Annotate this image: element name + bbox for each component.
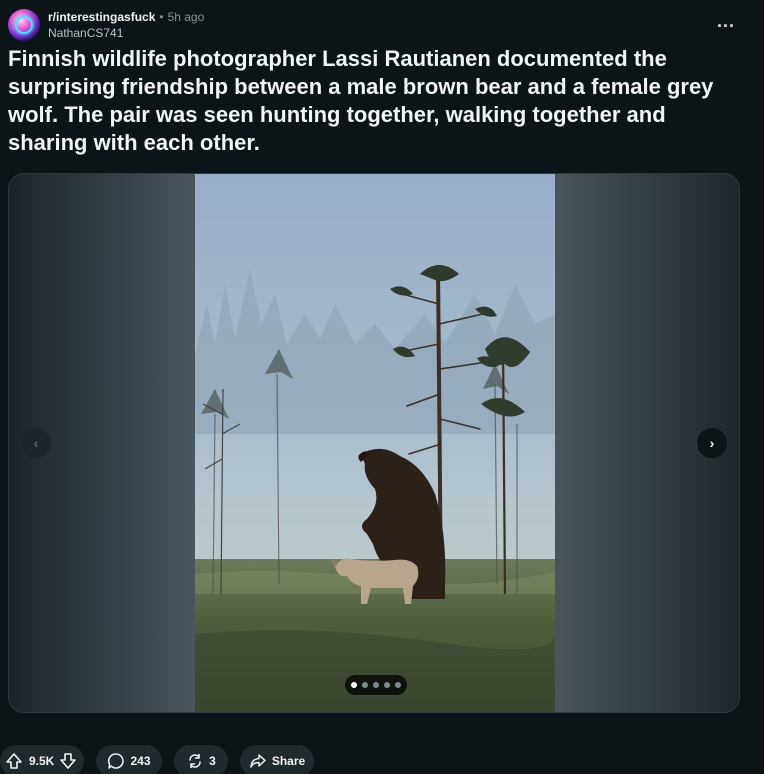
downvote-icon[interactable] (58, 751, 78, 771)
crosspost-button[interactable]: 3 (174, 745, 228, 774)
gallery-page-dot[interactable] (373, 682, 379, 688)
post-title[interactable]: Finnish wildlife photographer Lassi Raut… (8, 45, 748, 157)
vote-control: 9.5K (0, 745, 84, 774)
more-options-button[interactable]: ... (714, 12, 738, 34)
post-action-bar: 9.5K 243 3 Share (0, 745, 764, 774)
crosspost-count: 3 (209, 754, 216, 768)
vote-count: 9.5K (29, 754, 55, 768)
author-link[interactable]: NathanCS741 (48, 25, 204, 41)
gallery-page-dot[interactable] (351, 682, 357, 688)
share-label: Share (271, 754, 306, 768)
gallery-page-dot[interactable] (384, 682, 390, 688)
gallery-page-dot[interactable] (362, 682, 368, 688)
gallery-prev-button[interactable]: ‹ (21, 428, 51, 458)
image-gallery[interactable]: ‹ › (8, 173, 740, 713)
post-time: 5h ago (167, 10, 205, 24)
crosspost-icon (186, 752, 204, 770)
share-icon (249, 752, 267, 770)
comments-button[interactable]: 243 (96, 745, 162, 774)
subreddit-link[interactable]: r/interestingasfuck (48, 10, 155, 24)
upvote-icon[interactable] (4, 751, 24, 771)
gallery-page-dot[interactable] (395, 682, 401, 688)
post-header: r/interestingasfuck • 5h ago NathanCS741… (8, 8, 756, 42)
gallery-image[interactable] (195, 174, 555, 712)
gallery-next-button[interactable]: › (697, 428, 727, 458)
share-button[interactable]: Share (240, 745, 314, 774)
subreddit-avatar[interactable] (8, 9, 40, 41)
gallery-pagination (345, 675, 407, 695)
meta-separator: • (159, 10, 164, 24)
comment-icon (107, 752, 125, 770)
comment-count: 243 (130, 754, 151, 768)
post-meta: r/interestingasfuck • 5h ago NathanCS741 (48, 10, 204, 41)
